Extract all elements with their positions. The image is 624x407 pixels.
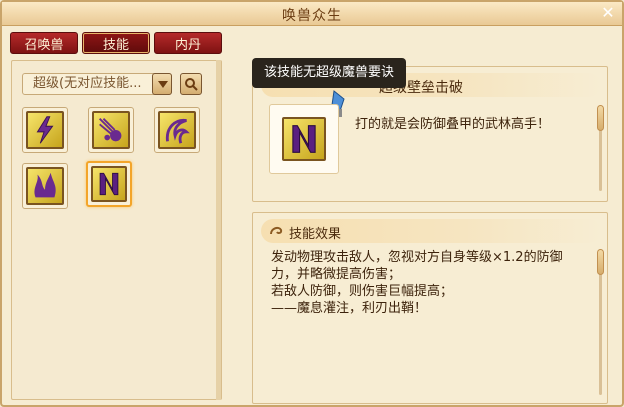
title-bar[interactable]: 唤兽众生 ✕ bbox=[2, 2, 622, 26]
skill-filter-select[interactable]: 超级(无对应技能... bbox=[22, 73, 172, 95]
effect-line: 力，并略微提高伤害； bbox=[271, 267, 402, 282]
chevron-down-icon[interactable] bbox=[152, 73, 172, 95]
skill-effect-header: 技能效果 bbox=[261, 219, 601, 243]
effect-line: 若敌人防御，则伤害巨幅提高； bbox=[271, 284, 454, 299]
detail-scroll-thumb[interactable] bbox=[597, 105, 604, 131]
rampart-skill-large-icon bbox=[282, 117, 326, 161]
tab-inner-core[interactable]: 内丹 bbox=[154, 32, 222, 54]
skill-effect-panel: 技能效果 发动物理攻击敌人，忽视对方自身等级×1.2的防御 力，并略微提高伤害；… bbox=[252, 212, 608, 404]
meteor-skill-icon bbox=[92, 111, 130, 149]
effect-scroll-thumb[interactable] bbox=[597, 249, 604, 275]
tab-summon-beast[interactable]: 召唤兽 bbox=[10, 32, 78, 54]
whirl-skill-icon bbox=[158, 111, 196, 149]
skill-effect-text: 发动物理攻击敌人，忽视对方自身等级×1.2的防御 力，并略微提高伤害； 若敌人防… bbox=[271, 249, 585, 317]
skill-slot-whirl[interactable] bbox=[154, 107, 200, 153]
skill-slot-flame[interactable] bbox=[22, 163, 68, 209]
lightning-skill-icon bbox=[26, 111, 64, 149]
skill-description: 打的就是会防御叠甲的武林高手！ bbox=[355, 117, 551, 132]
swirl-icon bbox=[270, 226, 283, 235]
search-icon[interactable] bbox=[180, 73, 202, 95]
skill-slot-rampart[interactable] bbox=[86, 161, 132, 207]
rampart-skill-icon bbox=[91, 166, 127, 202]
skill-list-panel: 超级(无对应技能... bbox=[11, 60, 222, 400]
tab-bar: 召唤兽 技能 内丹 bbox=[10, 32, 222, 54]
close-icon[interactable]: ✕ bbox=[600, 5, 616, 21]
skill-slot-meteor[interactable] bbox=[88, 107, 134, 153]
tab-skills[interactable]: 技能 bbox=[82, 32, 150, 54]
summon-beast-window: 唤兽众生 ✕ 召唤兽 技能 内丹 超级(无对应技能... 超级壁垒击破 打的就是… bbox=[0, 0, 624, 407]
window-title: 唤兽众生 bbox=[282, 8, 342, 24]
flame-skill-icon bbox=[26, 167, 64, 205]
skill-list-scrollbar[interactable] bbox=[216, 60, 221, 400]
skill-effect-title: 技能效果 bbox=[289, 227, 342, 242]
effect-line: 发动物理攻击敌人，忽视对方自身等级×1.2的防御 bbox=[271, 250, 563, 265]
skill-detail-icon-frame bbox=[269, 104, 339, 174]
skill-tooltip: 该技能无超级魔兽要诀 bbox=[252, 58, 407, 88]
skill-slot-lightning[interactable] bbox=[22, 107, 68, 153]
effect-line: ——魔息灌注，利刃出鞘！ bbox=[271, 301, 428, 316]
